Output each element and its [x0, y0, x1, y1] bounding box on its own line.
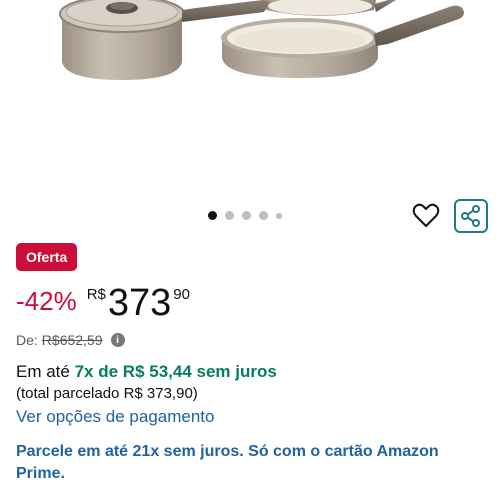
carousel-dot-2[interactable] [225, 211, 234, 220]
cookware-image [59, 0, 464, 80]
total-installments: (total parcelado R$ 373,90) [16, 385, 198, 402]
carousel-dot-5[interactable] [276, 212, 282, 219]
favorite-button[interactable] [412, 203, 440, 229]
installments-text: Em até 7x de R$ 53,44 sem juros [16, 362, 277, 382]
carousel-dot-4[interactable] [259, 211, 268, 220]
carousel-dot-3[interactable] [242, 211, 251, 220]
card-promo-link[interactable]: Parcele em até 21x sem juros. Só com o c… [16, 441, 484, 485]
heart-icon [412, 203, 440, 227]
installments-prefix: Em até [16, 362, 70, 381]
list-price-label: De: [16, 332, 38, 348]
carousel-dots[interactable] [208, 211, 282, 220]
installments-highlight: 7x de R$ 53,44 sem juros [74, 362, 277, 381]
price-fraction: 90 [173, 286, 190, 303]
price-whole: 373 [107, 282, 172, 324]
offer-badge: Oferta [16, 243, 78, 271]
carousel-dot-1[interactable] [208, 211, 217, 220]
price-block: -42% R$ 373 90 [16, 282, 190, 324]
share-icon [461, 205, 480, 227]
payment-options-link[interactable]: Ver opções de pagamento [16, 407, 214, 427]
product-image[interactable] [0, 0, 500, 200]
list-price: R$652,59 [41, 332, 103, 348]
list-price-row: De: R$652,59 i [16, 332, 125, 348]
discount-percent: -42% [16, 286, 77, 316]
share-button[interactable] [454, 199, 488, 233]
info-icon[interactable]: i [110, 333, 125, 347]
price-currency: R$ [86, 286, 106, 303]
